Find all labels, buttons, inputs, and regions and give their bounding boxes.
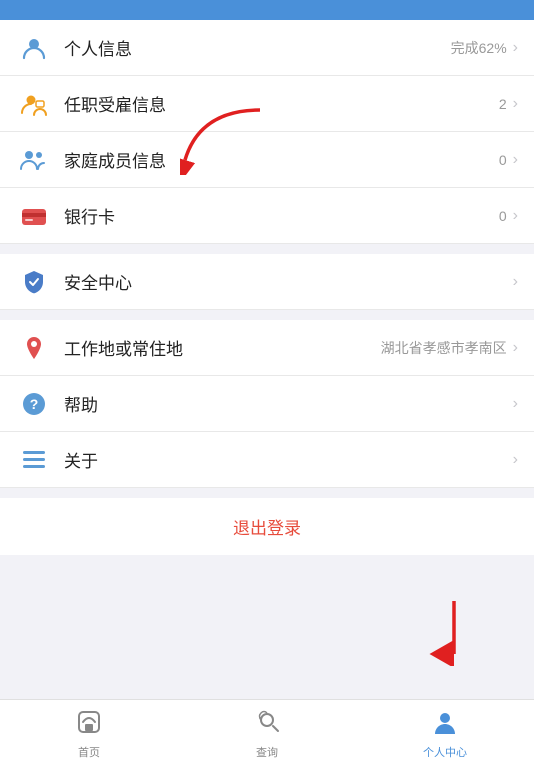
chevron-icon: › bbox=[513, 151, 518, 169]
help-icon: ? bbox=[16, 386, 52, 422]
family-info-label: 家庭成员信息 bbox=[64, 147, 499, 172]
bank-card-icon bbox=[16, 198, 52, 234]
about-label: 关于 bbox=[64, 447, 507, 472]
logout-section: 退出登录 bbox=[0, 498, 534, 555]
chevron-icon: › bbox=[513, 207, 518, 225]
employment-icon bbox=[16, 86, 52, 122]
personal-info-label: 个人信息 bbox=[64, 35, 451, 60]
section-gap-3 bbox=[0, 488, 534, 498]
family-icon bbox=[16, 142, 52, 178]
person-icon bbox=[16, 30, 52, 66]
chevron-icon: › bbox=[513, 273, 518, 291]
menu-section-3: 工作地或常住地 湖北省孝感市孝南区 › ? 帮助 › 关于 › bbox=[0, 320, 534, 488]
menu-item-security[interactable]: 安全中心 › bbox=[0, 254, 534, 310]
chevron-icon: › bbox=[513, 395, 518, 413]
tab-item-query[interactable]: 查询 bbox=[178, 708, 356, 760]
menu-item-bank-card[interactable]: 银行卡 0 › bbox=[0, 188, 534, 244]
chevron-icon: › bbox=[513, 39, 518, 57]
location-icon bbox=[16, 330, 52, 366]
query-icon bbox=[253, 708, 281, 740]
menu-item-employment-info[interactable]: 任职受雇信息 2 › bbox=[0, 76, 534, 132]
security-icon bbox=[16, 264, 52, 300]
work-location-label: 工作地或常住地 bbox=[64, 335, 381, 360]
home-icon bbox=[75, 708, 103, 740]
section-gap-1 bbox=[0, 244, 534, 254]
svg-text:?: ? bbox=[30, 396, 39, 412]
menu-item-about[interactable]: 关于 › bbox=[0, 432, 534, 488]
chevron-icon: › bbox=[513, 339, 518, 357]
menu-section-2: 安全中心 › bbox=[0, 254, 534, 310]
menu-item-personal-info[interactable]: 个人信息 完成62% › bbox=[0, 20, 534, 76]
profile-tab-label: 个人中心 bbox=[423, 744, 467, 760]
annotation-arrow-2 bbox=[424, 596, 484, 671]
logout-button[interactable]: 退出登录 bbox=[233, 514, 301, 539]
chevron-icon: › bbox=[513, 95, 518, 113]
family-info-value: 0 bbox=[499, 152, 507, 168]
personal-info-value: 完成62% bbox=[451, 38, 507, 58]
work-location-value: 湖北省孝感市孝南区 bbox=[381, 338, 507, 358]
home-tab-label: 首页 bbox=[78, 744, 100, 760]
menu-section-1: 个人信息 完成62% › 任职受雇信息 2 › 家庭成 bbox=[0, 20, 534, 244]
menu-item-help[interactable]: ? 帮助 › bbox=[0, 376, 534, 432]
profile-icon bbox=[431, 708, 459, 740]
section-gap-2 bbox=[0, 310, 534, 320]
chevron-icon: › bbox=[513, 451, 518, 469]
tab-bar: 首页 查询 个人中心 bbox=[0, 699, 534, 779]
help-label: 帮助 bbox=[64, 391, 507, 416]
menu-item-work-location[interactable]: 工作地或常住地 湖北省孝感市孝南区 › bbox=[0, 320, 534, 376]
menu-item-family-info[interactable]: 家庭成员信息 0 › bbox=[0, 132, 534, 188]
status-bar bbox=[0, 0, 534, 20]
query-tab-label: 查询 bbox=[256, 744, 278, 760]
about-icon bbox=[16, 442, 52, 478]
tab-item-profile[interactable]: 个人中心 bbox=[356, 708, 534, 760]
security-label: 安全中心 bbox=[64, 269, 507, 294]
employment-info-value: 2 bbox=[499, 96, 507, 112]
bank-card-label: 银行卡 bbox=[64, 203, 499, 228]
tab-item-home[interactable]: 首页 bbox=[0, 708, 178, 760]
bank-card-value: 0 bbox=[499, 208, 507, 224]
employment-info-label: 任职受雇信息 bbox=[64, 91, 499, 116]
